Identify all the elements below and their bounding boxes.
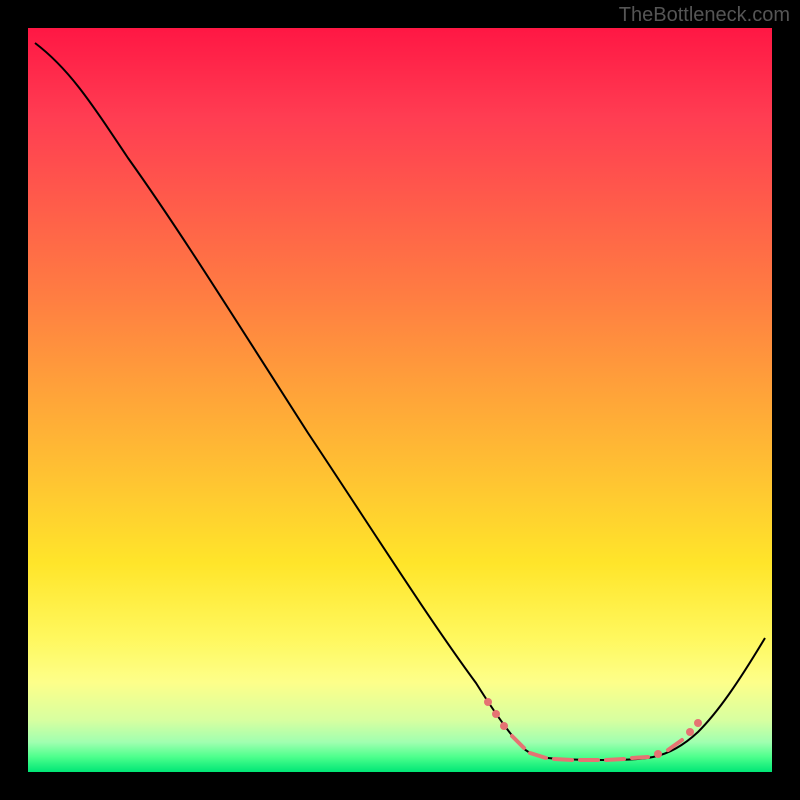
marker-dot [492, 710, 500, 718]
marker-dash [632, 757, 648, 758]
marker-dash [606, 759, 624, 760]
chart-svg [28, 28, 772, 772]
optimal-zone-markers [484, 698, 702, 760]
chart-container [28, 28, 772, 772]
marker-dash [530, 753, 546, 758]
marker-dot [694, 719, 702, 727]
marker-dot [654, 750, 662, 758]
marker-dot [484, 698, 492, 706]
marker-dash [554, 759, 572, 760]
bottleneck-curve [35, 43, 765, 760]
watermark-text: TheBottleneck.com [619, 4, 790, 27]
marker-dash [512, 736, 524, 748]
marker-dot [500, 722, 508, 730]
marker-dot [686, 728, 694, 736]
